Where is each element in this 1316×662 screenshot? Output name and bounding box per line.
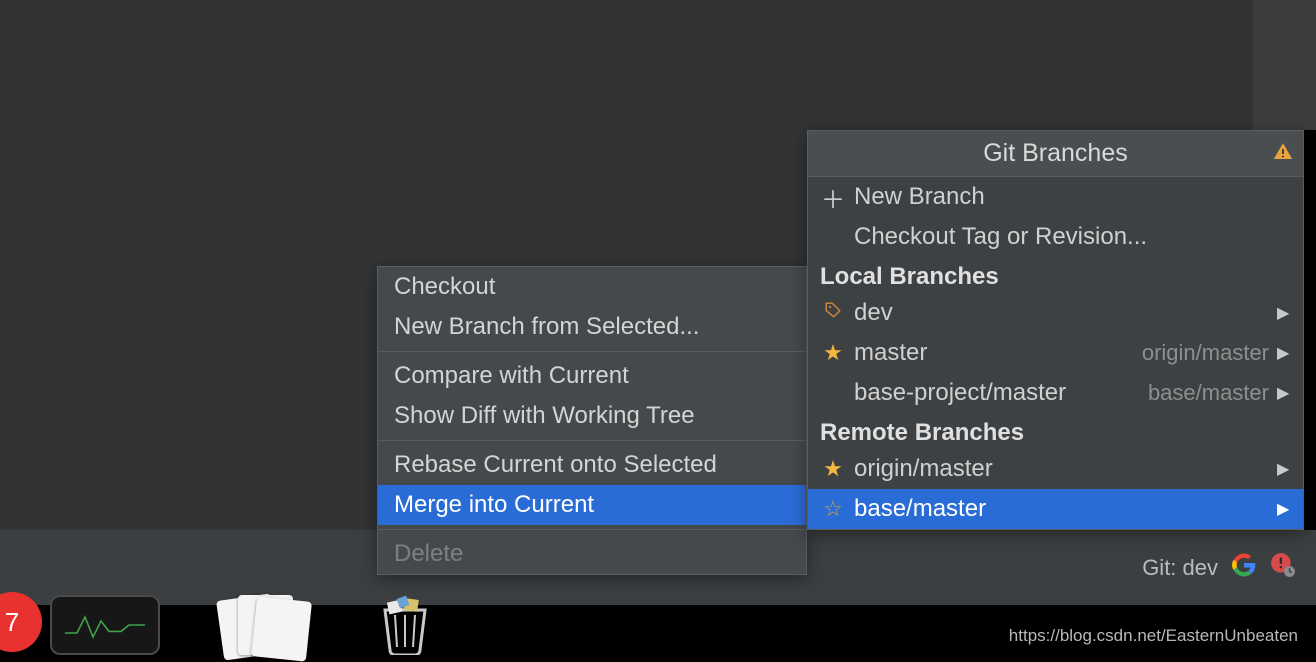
git-branch-indicator[interactable]: Git: dev [1142,555,1218,581]
problems-icon[interactable] [1270,552,1296,584]
star-filled-icon: ★ [823,456,843,482]
chevron-right-icon: ▶ [1277,303,1291,323]
warning-icon[interactable] [1273,139,1293,168]
separator [378,351,806,352]
local-branch-master[interactable]: ★ master origin/master ▶ [808,333,1303,373]
tracking-label: base/master [1148,380,1269,406]
star-filled-icon: ★ [823,340,843,366]
local-branch-dev[interactable]: dev ▶ [808,293,1303,333]
tag-icon [824,301,842,325]
chevron-right-icon: ▶ [1277,499,1291,519]
ctx-rebase-current-onto-selected[interactable]: Rebase Current onto Selected [378,445,806,485]
branch-context-menu: Checkout New Branch from Selected... Com… [377,266,807,575]
ctx-show-diff-working-tree[interactable]: Show Diff with Working Tree [378,396,806,436]
chevron-right-icon: ▶ [1277,343,1291,363]
chevron-right-icon: ▶ [1277,383,1291,403]
git-branches-panel: Git Branches ＋ New Branch Checkout Tag o… [807,130,1304,530]
new-branch-label: New Branch [854,183,1291,211]
separator [378,440,806,441]
dock-trash[interactable] [370,595,440,655]
dock: 7 [0,590,500,660]
branch-name: dev [854,299,1261,327]
checkout-tag-or-revision[interactable]: Checkout Tag or Revision... [808,217,1303,257]
remote-branch-base-master[interactable]: ☆ base/master ▶ [808,489,1303,529]
local-branches-header: Local Branches [808,257,1303,293]
branch-name: base-project/master [854,379,1140,407]
git-branches-title-text: Git Branches [983,139,1128,167]
remote-branches-header: Remote Branches [808,413,1303,449]
branch-name: base/master [854,495,1269,523]
google-icon[interactable] [1232,553,1256,583]
branch-name: master [854,339,1134,367]
branch-name: origin/master [854,455,1269,483]
ctx-new-branch-from-selected[interactable]: New Branch from Selected... [378,307,806,347]
chevron-right-icon: ▶ [1277,459,1291,479]
checkout-tag-label: Checkout Tag or Revision... [854,223,1291,251]
ctx-checkout[interactable]: Checkout [378,267,806,307]
separator [378,529,806,530]
plus-icon: ＋ [821,180,845,215]
ctx-merge-into-current[interactable]: Merge into Current [378,485,806,525]
new-branch[interactable]: ＋ New Branch [808,177,1303,217]
ctx-compare-with-current[interactable]: Compare with Current [378,356,806,396]
dock-activity-monitor[interactable] [50,595,160,655]
watermark: https://blog.csdn.net/EasternUnbeaten [1009,626,1298,646]
dock-documents-stack[interactable] [220,595,310,655]
tracking-label: origin/master [1142,340,1269,366]
ctx-delete: Delete [378,534,806,574]
remote-branch-origin-master[interactable]: ★ origin/master ▶ [808,449,1303,489]
notification-badge: 7 [0,592,42,652]
star-outline-icon: ☆ [823,496,843,522]
right-gutter [1253,0,1316,130]
git-branches-title: Git Branches [808,131,1303,177]
local-branch-base-project-master[interactable]: base-project/master base/master ▶ [808,373,1303,413]
